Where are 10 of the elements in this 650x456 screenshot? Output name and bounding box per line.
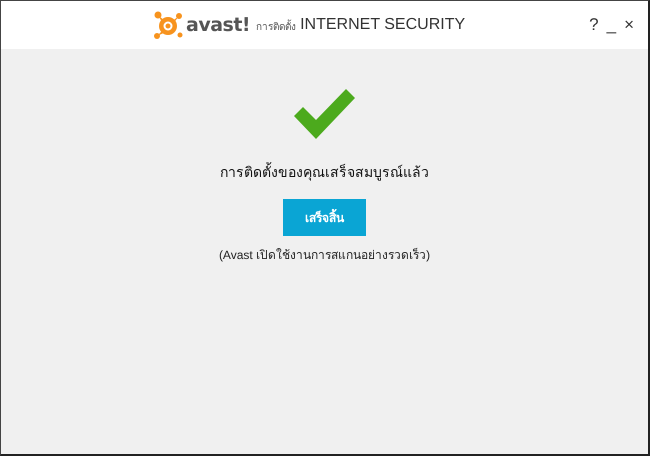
logo-icon [153,10,183,40]
close-button[interactable]: × [622,15,636,35]
window-subtitle: การติดตั้ง [256,19,296,34]
help-button[interactable]: ? [587,15,601,35]
checkmark-icon [294,89,356,141]
success-message: การติดตั้งของคุณเสร็จสมบูรณ์แล้ว [220,161,429,183]
minimize-button[interactable]: _ [604,15,618,35]
window-title: INTERNET SECURITY [300,16,466,34]
brand-name: avast! [186,14,250,36]
scan-note: (Avast เปิดใช้งานการสแกนอย่างรวดเร็ว) [218,246,430,264]
